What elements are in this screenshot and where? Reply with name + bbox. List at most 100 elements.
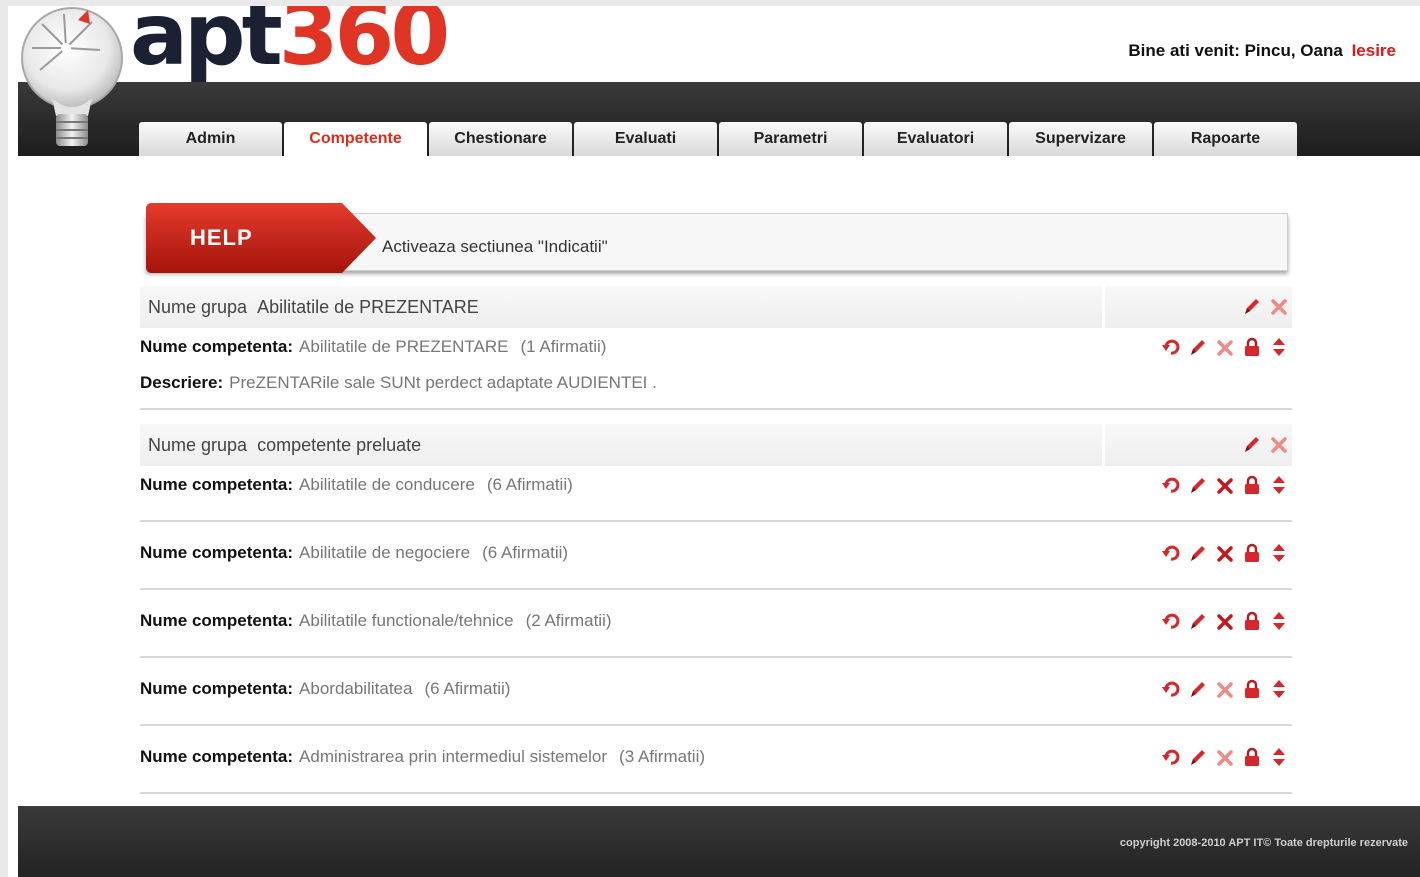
reorder-icon[interactable] [1270, 611, 1288, 631]
delete-icon[interactable] [1270, 434, 1288, 454]
main-nav-tabs: Admin Competente Chestionare Evaluati Pa… [139, 122, 1297, 156]
statement-count: (6 Afirmatii) [424, 679, 511, 698]
group-header: Nume grupa Abilitatile de PREZENTARE [140, 286, 1292, 328]
pencil-icon[interactable] [1243, 434, 1261, 454]
description-row: Descriere: PreZENTARile sale SUNt perdec… [140, 366, 1292, 400]
tab-parametri[interactable]: Parametri [719, 122, 862, 156]
statement-count: (2 Afirmatii) [525, 611, 612, 630]
group-actions [1243, 296, 1288, 316]
competency-name: Abilitatile de negociere [299, 543, 471, 562]
group-title: Nume grupa competente preluate [140, 435, 421, 456]
undo-icon[interactable] [1162, 679, 1180, 699]
competency-name: Abordabilitatea [299, 679, 413, 698]
statement-count: (6 Afirmatii) [486, 475, 573, 494]
competency-name: Abilitatile functionale/tehnice [299, 611, 514, 630]
competency-list: Nume grupa Abilitatile de PREZENTARE Nume… [140, 286, 1292, 794]
reorder-icon[interactable] [1270, 543, 1288, 563]
statement-count: (6 Afirmatii) [482, 543, 569, 562]
competency-actions [1162, 747, 1288, 767]
description-label: Descriere: [140, 373, 224, 392]
competency-name: Abilitatile de conducere [299, 475, 475, 494]
logo-text-360: 360 [278, 6, 451, 85]
delete-icon[interactable] [1270, 296, 1288, 316]
tab-chestionare[interactable]: Chestionare [429, 122, 572, 156]
lock-icon[interactable] [1243, 543, 1261, 563]
row-divider [140, 792, 1292, 794]
competency-label: Nume competenta: [140, 543, 294, 562]
lock-icon[interactable] [1243, 679, 1261, 699]
competency-label: Nume competenta: [140, 679, 294, 698]
tab-competente[interactable]: Competente [284, 122, 427, 156]
delete-icon[interactable] [1216, 475, 1234, 495]
row-divider [140, 724, 1292, 726]
tab-evaluatori[interactable]: Evaluatori [864, 122, 1007, 156]
undo-icon[interactable] [1162, 747, 1180, 767]
row-divider [140, 588, 1292, 590]
list-item: Nume competenta: Abordabilitatea (6 Afir… [140, 670, 1292, 726]
lock-icon[interactable] [1243, 611, 1261, 631]
competency-actions [1162, 475, 1288, 495]
statement-count: (1 Afirmatii) [520, 337, 607, 356]
competency-actions [1162, 337, 1288, 357]
group-header-divider [1102, 286, 1105, 328]
list-item: Nume competenta: Abilitatile de negocier… [140, 534, 1292, 590]
lock-icon[interactable] [1243, 747, 1261, 767]
delete-icon[interactable] [1216, 747, 1234, 767]
competency-row: Nume competenta: Abilitatile de PREZENTA… [140, 328, 1292, 366]
pencil-icon[interactable] [1189, 679, 1207, 699]
competency-label: Nume competenta: [140, 747, 294, 766]
tab-rapoarte[interactable]: Rapoarte [1154, 122, 1297, 156]
delete-icon[interactable] [1216, 611, 1234, 631]
group-label: Nume grupa [148, 434, 248, 455]
undo-icon[interactable] [1162, 337, 1180, 357]
pencil-icon[interactable] [1189, 337, 1207, 357]
competency-name: Abilitatile de PREZENTARE [299, 337, 509, 356]
pencil-icon[interactable] [1189, 747, 1207, 767]
list-item: Nume competenta: Abilitatile de conducer… [140, 466, 1292, 522]
tab-admin[interactable]: Admin [139, 122, 282, 156]
group-header-divider [1102, 424, 1105, 466]
undo-icon[interactable] [1162, 475, 1180, 495]
description-text: PreZENTARile sale SUNt perdect adaptate … [229, 373, 657, 392]
competency-actions [1162, 679, 1288, 699]
delete-icon[interactable] [1216, 679, 1234, 699]
row-divider [140, 520, 1292, 522]
competency-row: Nume competenta: Abordabilitatea (6 Afir… [140, 670, 1292, 708]
reorder-icon[interactable] [1270, 337, 1288, 357]
footer-bar: copyright 2008-2010 APT IT© Toate dreptu… [18, 806, 1420, 877]
pencil-icon[interactable] [1243, 296, 1261, 316]
tab-supervizare[interactable]: Supervizare [1009, 122, 1152, 156]
undo-icon[interactable] [1162, 543, 1180, 563]
logout-link[interactable]: Iesire [1352, 41, 1396, 60]
competency-row: Nume competenta: Administrarea prin inte… [140, 738, 1292, 776]
pencil-icon[interactable] [1189, 543, 1207, 563]
undo-icon[interactable] [1162, 611, 1180, 631]
lock-icon[interactable] [1243, 337, 1261, 357]
logo-text-apt: apt [130, 6, 283, 85]
help-message[interactable]: Activeaza sectiunea "Indicatii" [382, 237, 608, 257]
reorder-icon[interactable] [1270, 679, 1288, 699]
list-item: Nume competenta: Abilitatile functionale… [140, 602, 1292, 658]
group-title: Nume grupa Abilitatile de PREZENTARE [140, 297, 479, 318]
group-name: competente preluate [257, 434, 422, 455]
help-tag-label[interactable]: HELP [190, 225, 253, 251]
pencil-icon[interactable] [1189, 475, 1207, 495]
help-tag-shape [146, 203, 376, 273]
logo-wordmark: apt360 [130, 6, 450, 78]
lock-icon[interactable] [1243, 475, 1261, 495]
competency-row: Nume competenta: Abilitatile de negocier… [140, 534, 1292, 572]
row-divider [140, 656, 1292, 658]
delete-icon[interactable] [1216, 543, 1234, 563]
list-item: Nume competenta: Abilitatile de PREZENTA… [140, 328, 1292, 410]
group-header: Nume grupa competente preluate [140, 424, 1292, 466]
app-frame: apt360 Bine ati venit: Pincu, Oana Iesir… [8, 6, 1420, 877]
delete-icon[interactable] [1216, 337, 1234, 357]
tab-evaluati[interactable]: Evaluati [574, 122, 717, 156]
competency-label: Nume competenta: [140, 475, 294, 494]
reorder-icon[interactable] [1270, 475, 1288, 495]
reorder-icon[interactable] [1270, 747, 1288, 767]
competency-actions [1162, 611, 1288, 631]
pencil-icon[interactable] [1189, 611, 1207, 631]
competency-name: Administrarea prin intermediul sistemelo… [299, 747, 608, 766]
copyright-text: copyright 2008-2010 APT IT© Toate dreptu… [1119, 837, 1408, 849]
